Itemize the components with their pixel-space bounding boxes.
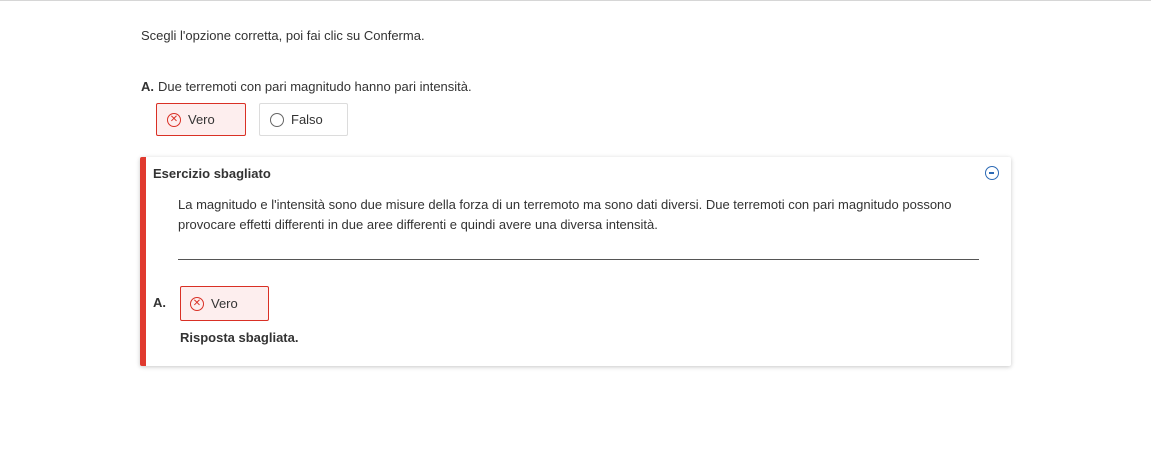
top-divider [0,0,1151,1]
instruction-text: Scegli l'opzione corretta, poi fai clic … [141,28,425,43]
feedback-explanation: La magnitudo e l'intensità sono due misu… [178,197,952,232]
answer-letter: A. [153,295,166,310]
option-vero-label: Vero [188,112,215,127]
question: A. Due terremoti con pari magnitudo hanno… [141,79,472,94]
option-falso-label: Falso [291,112,323,127]
question-text: Due terremoti con pari magnitudo hanno p… [158,79,472,94]
question-letter: A. [141,79,154,94]
option-vero[interactable]: ✕ Vero [156,103,246,136]
feedback-title: Esercizio sbagliato [153,166,271,181]
feedback-panel: Esercizio sbagliato La magnitudo e l'int… [140,157,1011,366]
minus-circle-icon[interactable] [985,166,999,180]
answer-option-vero: ✕ Vero [180,286,269,321]
error-bar [140,157,146,366]
radio-icon [270,112,284,127]
answer-result: Risposta sbagliata. [180,330,299,345]
x-circle-icon: ✕ [190,296,204,311]
x-circle-icon: ✕ [167,112,181,127]
answer-option-label: Vero [211,296,238,311]
feedback-divider [178,259,979,260]
option-falso[interactable]: Falso [259,103,348,136]
